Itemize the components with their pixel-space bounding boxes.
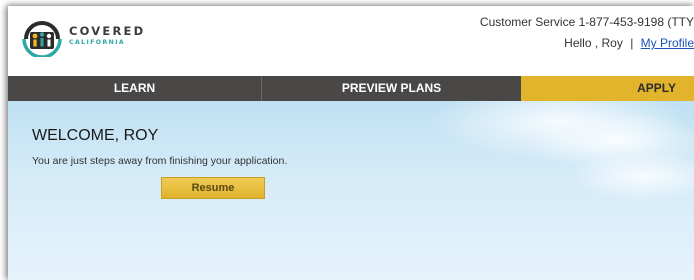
browser-page: COVERED CALIFORNIA Customer Service 1-87… bbox=[8, 6, 694, 280]
my-profile-link[interactable]: My Profile bbox=[641, 36, 694, 50]
logo-line-covered: COVERED bbox=[69, 24, 146, 39]
account-info: Customer Service 1-877-453-9198 (TTY Hel… bbox=[480, 15, 694, 51]
divider: | bbox=[630, 36, 634, 50]
site-header: COVERED CALIFORNIA Customer Service 1-87… bbox=[8, 6, 694, 76]
logo-line-california: CALIFORNIA bbox=[69, 38, 126, 46]
family-logo-icon bbox=[22, 21, 62, 57]
nav-preview-plans[interactable]: PREVIEW PLANS bbox=[262, 76, 521, 101]
resume-button[interactable]: Resume bbox=[161, 177, 265, 199]
logo-wordmark: COVERED CALIFORNIA bbox=[69, 26, 145, 46]
sky-cloud-decoration bbox=[568, 151, 694, 201]
welcome-panel: WELCOME, ROY You are just steps away fro… bbox=[8, 101, 694, 280]
progress-message: You are just steps away from finishing y… bbox=[32, 155, 288, 167]
welcome-heading: WELCOME, ROY bbox=[32, 127, 159, 144]
nav-apply[interactable]: APPLY bbox=[521, 76, 694, 101]
greeting-text: Hello , Roy bbox=[564, 36, 623, 50]
main-nav: LEARN PREVIEW PLANS APPLY bbox=[8, 76, 694, 101]
covered-california-logo[interactable]: COVERED CALIFORNIA bbox=[21, 15, 145, 57]
greeting-line: Hello , Roy | My Profile bbox=[480, 36, 694, 51]
nav-learn[interactable]: LEARN bbox=[8, 76, 262, 101]
customer-service-phone: Customer Service 1-877-453-9198 (TTY bbox=[479, 15, 694, 29]
